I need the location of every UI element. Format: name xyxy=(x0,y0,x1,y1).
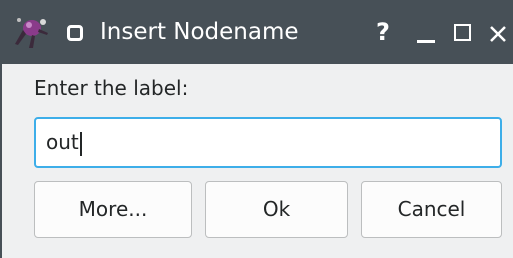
more-button[interactable]: More... xyxy=(34,181,192,238)
insert-nodename-dialog: Insert Nodename ? Enter the label: out M… xyxy=(0,0,513,258)
title-bar[interactable]: Insert Nodename ? xyxy=(0,0,513,64)
close-icon[interactable] xyxy=(482,14,513,50)
pin-icon[interactable] xyxy=(60,18,88,46)
cancel-button[interactable]: Cancel xyxy=(361,181,502,238)
maximize-icon[interactable] xyxy=(446,14,478,50)
window-edge xyxy=(0,64,2,258)
app-logo-icon[interactable] xyxy=(12,14,50,50)
label-input[interactable]: out xyxy=(34,117,502,168)
text-caret xyxy=(79,131,82,156)
label-input-value: out xyxy=(46,130,79,154)
ok-button[interactable]: Ok xyxy=(205,181,348,238)
help-button[interactable]: ? xyxy=(367,14,399,50)
prompt-label: Enter the label: xyxy=(34,76,189,100)
window-title: Insert Nodename xyxy=(100,19,299,45)
minimize-icon[interactable] xyxy=(410,14,442,50)
